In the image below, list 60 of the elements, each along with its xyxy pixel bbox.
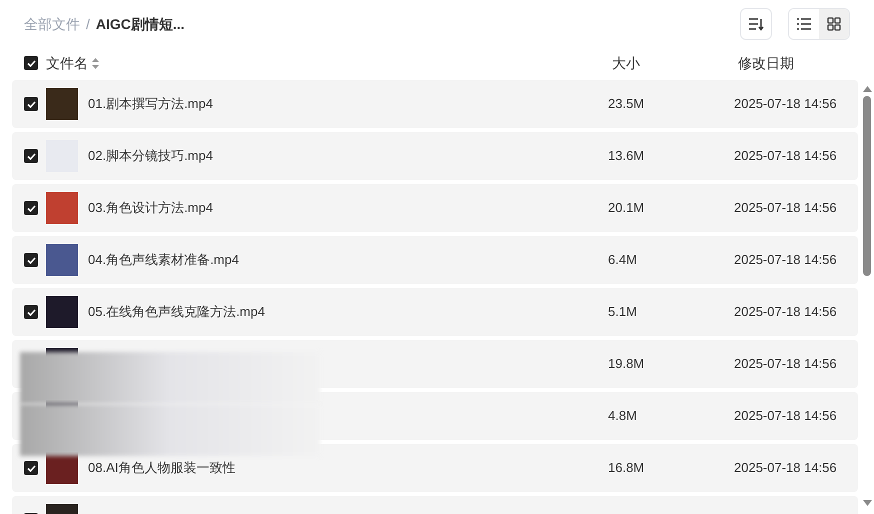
file-row[interactable]: 05.在线角色声线克隆方法.mp4 5.1M 2025-07-18 14:56 (12, 288, 858, 336)
file-size: 13.6M (608, 147, 644, 166)
checkmark-icon (26, 256, 36, 264)
file-size: 6.4M (608, 251, 637, 270)
video-thumbnail (46, 296, 78, 328)
file-row[interactable]: 04.角色声线素材准备.mp4 6.4M 2025-07-18 14:56 (12, 236, 858, 284)
breadcrumb-link[interactable]: AIGC剧情短... (96, 14, 185, 34)
file-row[interactable]: 08.AI角色人物服装一致性 16.8M 2025-07-18 14:56 (12, 444, 858, 492)
video-thumbnail (46, 244, 78, 276)
checkmark-icon (26, 204, 36, 212)
checkmark-icon (26, 60, 36, 66)
modified-date: 2025-07-18 14:56 (734, 147, 837, 166)
file-checkbox[interactable] (24, 461, 38, 475)
modified-date: 2025-07-18 14:56 (734, 251, 837, 270)
file-name[interactable]: 03.角色设计方法.mp4 (88, 200, 213, 216)
checkmark-icon (26, 308, 36, 316)
file-checkbox[interactable] (24, 305, 38, 319)
file-size: 19.8M (608, 355, 644, 374)
checkmark-icon (26, 152, 36, 160)
modified-date: 2025-07-18 14:56 (734, 407, 837, 426)
file-size: 16.8M (608, 459, 644, 478)
sort-icon (748, 17, 764, 31)
modified-date: 2025-07-18 14:56 (734, 355, 837, 374)
video-thumbnail (46, 88, 78, 120)
file-checkbox[interactable] (24, 149, 38, 163)
checkmark-icon (26, 100, 36, 108)
scroll-up-icon[interactable] (862, 86, 872, 92)
video-thumbnail (46, 192, 78, 224)
file-row[interactable]: 03.角色设计方法.mp4 20.1M 2025-07-18 14:56 (12, 184, 858, 232)
grid-view-button[interactable] (819, 9, 849, 39)
column-header[interactable]: 修改日期 (738, 52, 794, 74)
file-name[interactable]: 05.在线角色声线克隆方法.mp4 (88, 304, 265, 320)
modified-date: 2025-07-18 14:56 (734, 199, 837, 218)
breadcrumb-separator-icon: / (86, 14, 90, 34)
file-name[interactable]: 02.脚本分镜技巧.mp4 (88, 148, 213, 164)
modified-date: 2025-07-18 14:56 (734, 303, 837, 322)
file-checkbox[interactable] (24, 97, 38, 111)
modified-date: 2025-07-18 14:56 (734, 95, 837, 114)
checkmark-icon (26, 464, 36, 472)
sort-arrows-icon[interactable] (92, 58, 99, 68)
file-size: 20.1M (608, 199, 644, 218)
file-size: 23.5M (608, 95, 644, 114)
list-view-icon (797, 18, 811, 30)
modified-date: 2025-07-18 14:56 (734, 459, 837, 478)
file-name[interactable]: 08.AI角色人物服装一致性 (88, 460, 236, 476)
column-header[interactable]: 文件名 (46, 52, 88, 74)
column-header[interactable]: 大小 (612, 52, 640, 74)
file-name[interactable]: 04.角色声线素材准备.mp4 (88, 252, 239, 268)
file-checkbox[interactable] (24, 201, 38, 215)
scrollbar-thumb[interactable] (863, 96, 871, 276)
file-checkbox[interactable] (24, 253, 38, 267)
select-all-checkbox[interactable] (24, 56, 38, 70)
file-size: 4.8M (608, 407, 637, 426)
file-name[interactable]: 01.剧本撰写方法.mp4 (88, 96, 213, 112)
sort-button[interactable] (740, 8, 772, 40)
file-size: 5.1M (608, 303, 637, 322)
file-row[interactable]: 02.脚本分镜技巧.mp4 13.6M 2025-07-18 14:56 (12, 132, 858, 180)
grid-view-icon (827, 17, 841, 31)
scroll-down-icon[interactable] (862, 500, 872, 506)
file-row[interactable]: 01.剧本撰写方法.mp4 23.5M 2025-07-18 14:56 (12, 80, 858, 128)
